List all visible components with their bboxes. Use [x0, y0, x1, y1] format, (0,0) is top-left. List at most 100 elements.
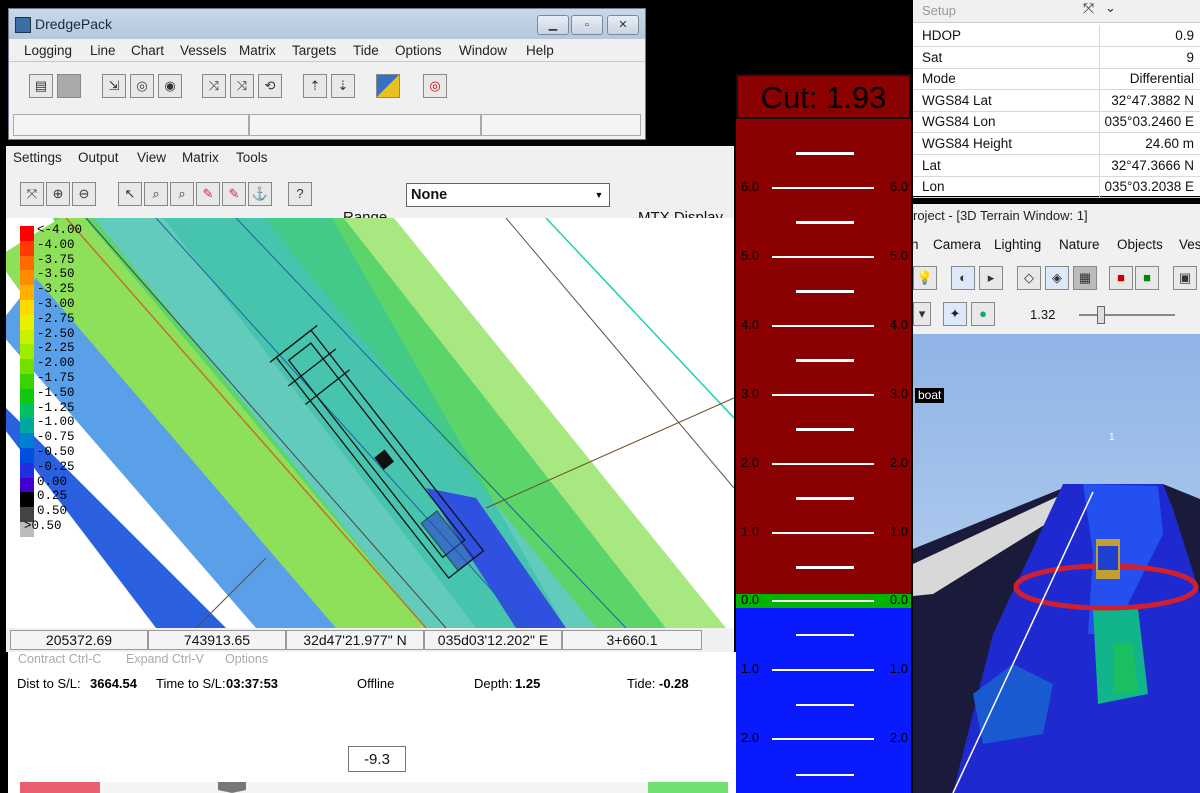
help-pointer-icon[interactable]: ?	[288, 182, 312, 206]
legend-swatch	[20, 240, 34, 256]
cut-tick-label: 2.0	[741, 455, 760, 470]
chevron-down-icon[interactable]: ⌄	[1105, 0, 1116, 16]
shield-active-icon[interactable]: ◈	[1045, 266, 1069, 290]
legend-label: 0.00	[37, 474, 68, 489]
menu-vessels[interactable]: Ves	[1179, 237, 1200, 252]
menu-help[interactable]: Help	[526, 43, 554, 58]
blank-icon[interactable]	[57, 74, 81, 98]
menu-truncated[interactable]: n	[911, 237, 919, 252]
legend-swatch	[20, 462, 34, 478]
edit-pencil-icon[interactable]: ✎	[196, 182, 220, 206]
menu-logging[interactable]: Logging	[24, 43, 72, 58]
setup-key: Lon	[922, 179, 945, 195]
menu-line[interactable]: Line	[90, 43, 116, 58]
camera-icon[interactable]: ▣	[1173, 266, 1197, 290]
lightbulb-icon[interactable]: 💡	[913, 266, 937, 290]
cut-panel: Cut: 1.93 6.0 6.0 5.0 5.0 4.0 4.0 3.0 3.0 2.0 2.0…	[736, 74, 911, 793]
target-icon[interactable]: ◎	[130, 74, 154, 98]
swap-line-icon[interactable]: ⤨	[202, 74, 226, 98]
zoom-extents-icon[interactable]: ⤧	[20, 182, 44, 206]
texture-icon[interactable]: ▦	[1073, 266, 1097, 290]
swap-line-2-icon[interactable]: ⤨	[230, 74, 254, 98]
zoom-slider-track[interactable]	[1079, 314, 1175, 316]
time-value: 03:37:53	[226, 676, 279, 691]
close-button[interactable]: ✕	[607, 15, 639, 35]
pointer-icon[interactable]: ↖	[118, 182, 142, 206]
zoom-slider-thumb[interactable]	[1097, 306, 1105, 324]
options-menu[interactable]: Options	[225, 652, 268, 666]
zoom-window-icon[interactable]: ⌕	[144, 182, 168, 206]
menu-options[interactable]: Options	[395, 43, 442, 58]
menu-view[interactable]: View	[137, 150, 166, 165]
edit-pencil-2-icon[interactable]: ✎	[222, 182, 246, 206]
expand-menu[interactable]: Expand Ctrl-V	[126, 652, 204, 666]
menu-settings[interactable]: Settings	[13, 150, 62, 165]
legend-label: 0.50	[37, 504, 68, 519]
vessel-add-icon[interactable]: ⇲	[102, 74, 126, 98]
menu-targets[interactable]: Targets	[292, 43, 336, 58]
legend-swatch	[20, 344, 34, 360]
refresh-icon[interactable]: ⟲	[258, 74, 282, 98]
title-bar: DredgePack ▁ ▫ ✕	[9, 9, 645, 39]
target-bullseye-icon[interactable]: ◎	[423, 74, 447, 98]
lightbulb-on-icon[interactable]: ◐	[951, 266, 975, 290]
setup-value: 035°03.2460 E	[1104, 114, 1194, 130]
menu-objects[interactable]: Objects	[1117, 237, 1163, 252]
contract-menu[interactable]: Contract Ctrl-C	[18, 652, 101, 666]
satellite-icon[interactable]: ✦	[943, 302, 967, 326]
tide-value: -0.28	[659, 676, 689, 691]
logbook-icon[interactable]: ▤	[29, 74, 53, 98]
chevron-down-icon: ▼	[594, 190, 604, 200]
legend-swatch	[20, 492, 34, 508]
menu-window[interactable]: Window	[459, 43, 507, 58]
menu-bar: Logging Line Chart Vessels Matrix Target…	[9, 39, 645, 61]
target-ring-icon[interactable]: ◉	[158, 74, 182, 98]
legend-label: -0.25	[37, 459, 75, 474]
anchor-icon[interactable]: ⚓	[248, 182, 272, 206]
zoom-in-icon[interactable]: ⊕	[46, 182, 70, 206]
cut-tick-major	[772, 669, 874, 671]
tide-down-icon[interactable]: ⇣	[331, 74, 355, 98]
minimize-button[interactable]: ▁	[537, 15, 569, 35]
tide-up-icon[interactable]: ⇡	[303, 74, 327, 98]
menu-camera[interactable]: Camera	[933, 237, 981, 252]
legend-swatch	[20, 270, 34, 286]
legend-label: -3.25	[37, 282, 75, 297]
move-icon[interactable]: ⤧	[1083, 0, 1094, 17]
terrain-toolbar: 💡 ◐ ▸ ◇ ◈ ▦ ■ ■ ▣	[913, 262, 1200, 298]
menu-matrix[interactable]: Matrix	[182, 150, 219, 165]
dredgepack-window: DredgePack ▁ ▫ ✕ Logging Line Chart Vess…	[8, 8, 646, 140]
menu-lighting[interactable]: Lighting	[994, 237, 1041, 252]
menu-output[interactable]: Output	[78, 150, 119, 165]
setup-row: Mode Differential	[913, 68, 1200, 91]
legend-swatch	[20, 226, 34, 241]
cut-tick-minor	[796, 497, 854, 499]
dropdown-arrow-icon[interactable]: ▾	[913, 302, 931, 326]
setup-key: Sat	[922, 49, 943, 65]
menu-vessels[interactable]: Vessels	[180, 43, 227, 58]
cut-scale: 6.0 6.0 5.0 5.0 4.0 4.0 3.0 3.0 2.0 2.0 1.0 1.0 0.0 0…	[736, 119, 911, 793]
menu-nature[interactable]: Nature	[1059, 237, 1100, 252]
shield-icon[interactable]: ◇	[1017, 266, 1041, 290]
legend-swatch	[20, 255, 34, 271]
menu-tide[interactable]: Tide	[353, 43, 379, 58]
terrain-3d-view[interactable]: 1 boat	[913, 334, 1200, 793]
globe-icon[interactable]: ●	[971, 302, 995, 326]
green-flag-icon[interactable]: ■	[1135, 266, 1159, 290]
map-view[interactable]: <-4.00 -4.00 -3.75 -3.50 -3.25 -3.00 -2.75 -2.5…	[6, 218, 734, 628]
menu-tools[interactable]: Tools	[236, 150, 268, 165]
status-pane-2	[249, 114, 481, 136]
zoom-select-icon[interactable]: ⌕	[170, 182, 194, 206]
red-flag-icon[interactable]: ■	[1109, 266, 1133, 290]
maximize-button[interactable]: ▫	[571, 15, 603, 35]
menu-matrix[interactable]: Matrix	[239, 43, 276, 58]
legend-label: -2.25	[37, 341, 75, 356]
column-divider	[1099, 111, 1100, 133]
menu-chart[interactable]: Chart	[131, 43, 164, 58]
flashlight-icon[interactable]: ▸	[979, 266, 1003, 290]
range-dropdown[interactable]: None ▼	[406, 183, 610, 207]
legend-label: 0.25	[37, 489, 68, 504]
legend-label: -4.00	[37, 237, 75, 252]
pencil-chart-icon[interactable]	[376, 74, 400, 98]
zoom-out-icon[interactable]: ⊖	[72, 182, 96, 206]
